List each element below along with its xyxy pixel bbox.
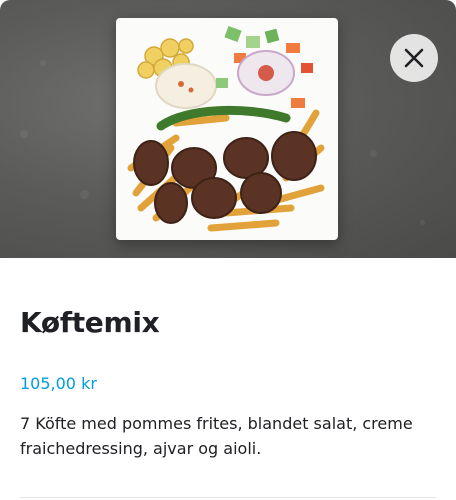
texture-speck — [420, 220, 425, 225]
item-title: Køftemix — [20, 306, 160, 339]
texture-speck — [20, 130, 28, 138]
food-illustration — [127, 25, 325, 232]
texture-speck — [80, 190, 89, 199]
food-plate — [116, 18, 338, 240]
salad — [216, 25, 313, 108]
item-description: 7 Köfte med pommes frites, blandet salat… — [20, 414, 413, 458]
divider — [20, 497, 436, 498]
dressing — [155, 63, 217, 109]
close-icon — [404, 48, 424, 68]
item-photo — [0, 0, 456, 258]
texture-speck — [370, 150, 377, 157]
texture-speck — [40, 60, 46, 66]
close-button[interactable] — [390, 34, 438, 82]
item-price: 105,00 kr — [20, 374, 97, 393]
